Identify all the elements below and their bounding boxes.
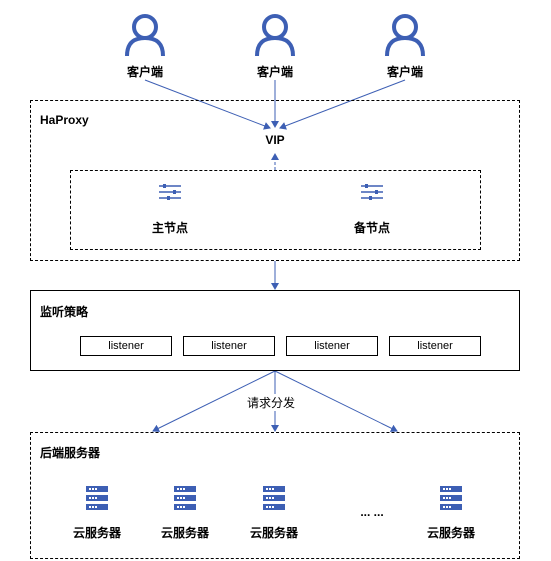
server-label: 云服务器: [72, 526, 121, 540]
client-3: 客户端: [375, 12, 435, 80]
backend-title: 后端服务器: [40, 446, 101, 460]
user-icon: [385, 14, 425, 57]
listener-box: listener: [286, 336, 378, 356]
server-label: 云服务器: [426, 526, 475, 540]
client-label: 客户端: [126, 65, 163, 79]
server-3: 云服务器: [239, 486, 309, 541]
listener-box: listener: [183, 336, 275, 356]
server-icon: [174, 486, 196, 510]
server-1: 云服务器: [62, 486, 132, 541]
server-label: 云服务器: [249, 526, 298, 540]
client-label: 客户端: [256, 65, 293, 79]
server-icon: [86, 486, 108, 510]
user-icon: [125, 14, 165, 57]
sliders-icon: [159, 184, 181, 200]
backup-node: 备节点: [342, 183, 402, 236]
listener-box: listener: [389, 336, 481, 356]
haproxy-title: HaProxy: [40, 113, 89, 127]
master-node: 主节点: [140, 183, 200, 236]
vip-label: VIP: [265, 133, 285, 147]
client-label: 客户端: [386, 65, 423, 79]
policy-box: [30, 290, 520, 371]
ellipsis: ... ...: [360, 505, 384, 519]
policy-title: 监听策略: [40, 305, 89, 319]
server-icon: [440, 486, 462, 510]
client-2: 客户端: [245, 12, 305, 80]
server-label: 云服务器: [160, 526, 209, 540]
sliders-icon: [361, 184, 383, 200]
server-4: 云服务器: [416, 486, 486, 541]
dispatch-label: 请求分发: [245, 394, 298, 411]
server-2: 云服务器: [150, 486, 220, 541]
listener-box: listener: [80, 336, 172, 356]
backup-node-label: 备节点: [353, 221, 390, 235]
nodes-box: [70, 170, 481, 250]
client-1: 客户端: [115, 12, 175, 80]
user-icon: [255, 14, 295, 57]
master-node-label: 主节点: [151, 221, 188, 235]
server-icon: [263, 486, 285, 510]
